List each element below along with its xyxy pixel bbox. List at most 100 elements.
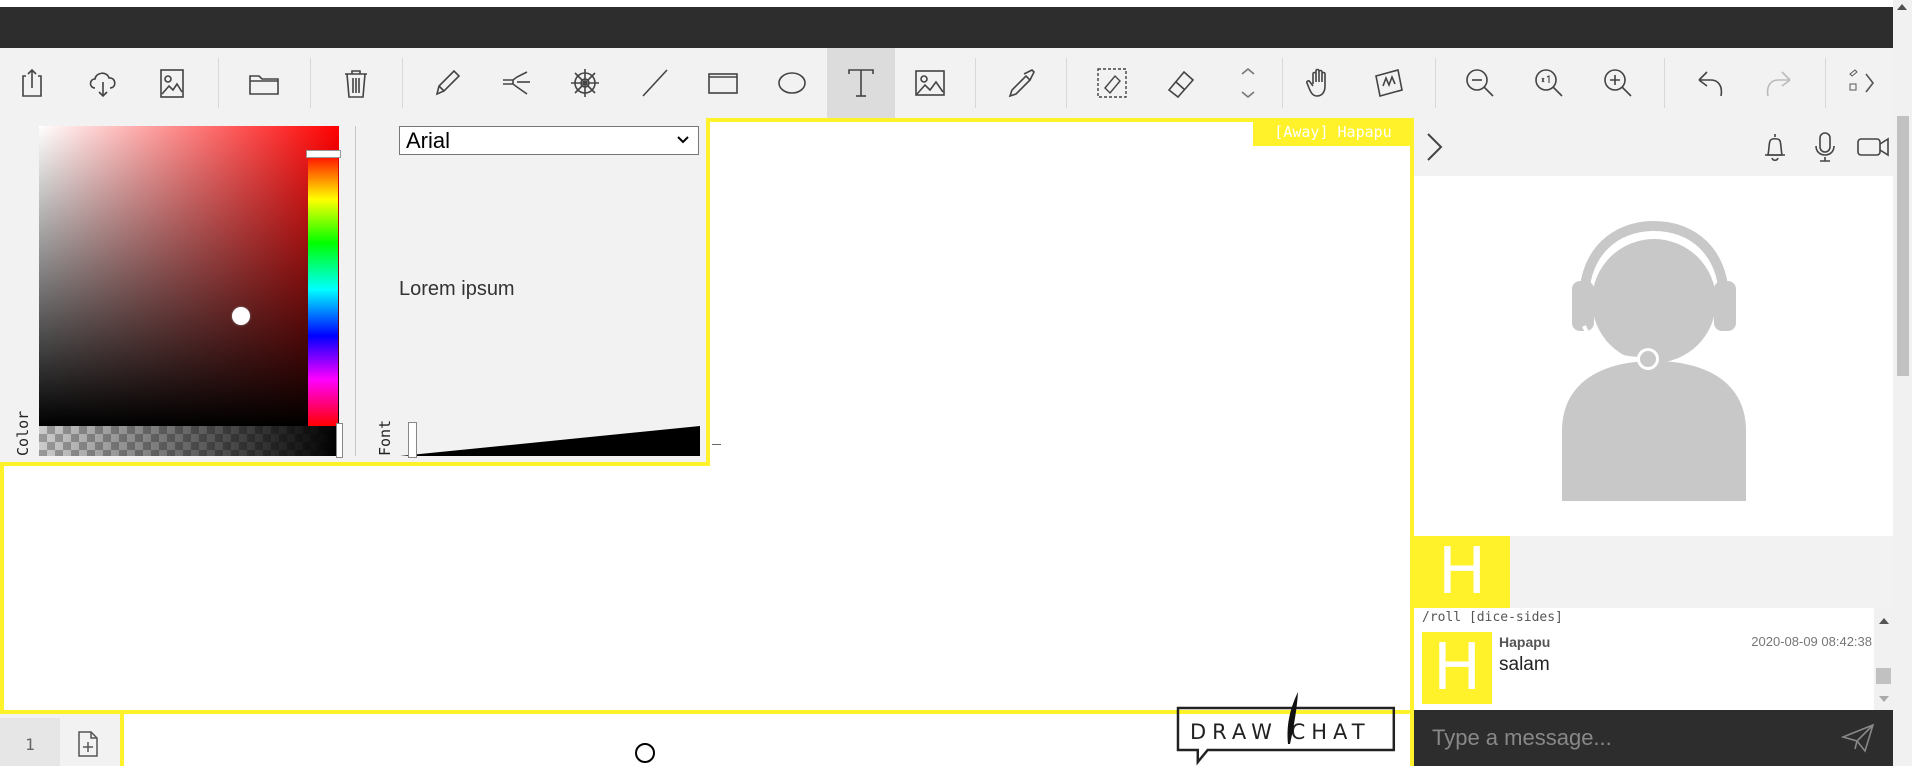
toolbar-separator bbox=[1435, 58, 1436, 108]
rectangle-icon bbox=[708, 73, 738, 94]
select-eraser-tool[interactable] bbox=[1078, 48, 1146, 118]
redo-button[interactable] bbox=[1745, 48, 1813, 118]
undo-button[interactable] bbox=[1676, 48, 1744, 118]
scroll-up-arrow[interactable] bbox=[1897, 4, 1907, 10]
cloud-upload-icon bbox=[89, 72, 116, 98]
zoom-in-icon bbox=[1604, 69, 1632, 97]
pan-tool[interactable] bbox=[1286, 48, 1354, 118]
chat-command-hint: /roll [dice-sides] bbox=[1422, 610, 1563, 625]
export-icon bbox=[22, 68, 42, 97]
zoom-reset-icon bbox=[1535, 69, 1563, 97]
image-tool[interactable] bbox=[896, 48, 964, 118]
brush-cursor bbox=[635, 743, 655, 763]
zoom-out-icon bbox=[1466, 69, 1494, 97]
smudge-icon bbox=[1375, 69, 1403, 97]
chat-scrollbar-thumb[interactable] bbox=[1876, 668, 1891, 684]
zoom-out-button[interactable] bbox=[1446, 48, 1514, 118]
page-navigator: 1 bbox=[0, 710, 124, 766]
image-icon bbox=[915, 70, 945, 96]
microphone-button[interactable] bbox=[1806, 128, 1844, 166]
notification-button[interactable] bbox=[1756, 128, 1794, 166]
line-icon bbox=[642, 69, 668, 97]
chat-log-scrollbar[interactable] bbox=[1874, 608, 1893, 710]
zoom-reset-button[interactable] bbox=[1515, 48, 1583, 118]
ellipse-tool[interactable] bbox=[758, 48, 826, 118]
drawchat-app: Color Font Arial Lorem ipsum [Away] Hapa… bbox=[0, 0, 1912, 766]
line-tool[interactable] bbox=[620, 48, 688, 118]
toolbar-separator bbox=[975, 58, 976, 108]
toolbar-separator bbox=[1066, 58, 1067, 108]
header-bar bbox=[0, 7, 1893, 48]
color-picker-cursor[interactable] bbox=[232, 307, 250, 325]
chat-scroll-up-arrow[interactable] bbox=[1879, 618, 1889, 624]
chevron-down-icon bbox=[677, 136, 689, 144]
toolbar-separator bbox=[1664, 58, 1665, 108]
drawing-canvas-lower[interactable] bbox=[0, 466, 1414, 714]
color-saturation-picker[interactable] bbox=[39, 126, 339, 426]
opacity-slider-handle[interactable] bbox=[336, 423, 343, 458]
toolbar-separator bbox=[218, 58, 219, 108]
pattern-tool[interactable] bbox=[551, 48, 619, 118]
select-eraser-icon bbox=[1097, 68, 1127, 98]
font-family-select[interactable]: Arial bbox=[399, 126, 699, 155]
zoom-in-button[interactable] bbox=[1584, 48, 1652, 118]
eraser-icon bbox=[1167, 70, 1195, 99]
undo-icon bbox=[1698, 71, 1723, 97]
chevron-right-icon bbox=[1427, 133, 1443, 161]
toolbar-separator bbox=[1282, 58, 1283, 108]
send-button[interactable] bbox=[1838, 720, 1878, 756]
video-camera-icon bbox=[1857, 137, 1889, 157]
page-scrollbar-thumb[interactable] bbox=[1897, 116, 1909, 376]
font-label: Font bbox=[376, 419, 394, 456]
hue-slider[interactable] bbox=[308, 153, 338, 426]
tool-options-panel: Color Font Arial Lorem ipsum bbox=[0, 118, 710, 466]
delete-button[interactable] bbox=[322, 48, 390, 118]
support-agent-avatar-icon bbox=[1561, 220, 1746, 501]
more-tools-button[interactable] bbox=[1832, 48, 1893, 118]
pencil-tool[interactable] bbox=[413, 48, 481, 118]
video-button[interactable] bbox=[1854, 128, 1892, 166]
message-compose-bar bbox=[1414, 710, 1893, 766]
user-status-tag: [Away] Hapapu bbox=[1253, 118, 1413, 146]
chat-panel-header bbox=[1414, 118, 1893, 176]
eraser-tool[interactable] bbox=[1147, 48, 1215, 118]
ellipse-icon bbox=[778, 72, 806, 94]
message-avatar: H bbox=[1422, 631, 1492, 705]
cloud-upload-button[interactable] bbox=[69, 48, 137, 118]
add-page-icon bbox=[78, 731, 98, 757]
open-folder-button[interactable] bbox=[230, 48, 298, 118]
panel-divider bbox=[355, 126, 356, 456]
trash-icon bbox=[345, 70, 367, 98]
save-image-button[interactable] bbox=[138, 48, 206, 118]
font-size-slider[interactable] bbox=[400, 426, 700, 456]
eyedropper-icon bbox=[1008, 69, 1035, 98]
text-tool[interactable] bbox=[827, 48, 895, 118]
brush-tool[interactable] bbox=[482, 48, 550, 118]
canvas-ruler-tick bbox=[712, 444, 721, 445]
chat-scroll-down-arrow[interactable] bbox=[1879, 696, 1889, 702]
export-button[interactable] bbox=[0, 48, 68, 118]
logo-text: DRAW CHAT bbox=[1190, 720, 1371, 744]
hue-slider-handle[interactable] bbox=[306, 150, 341, 158]
collapse-panel-button[interactable] bbox=[1416, 128, 1454, 166]
opacity-slider[interactable] bbox=[39, 426, 339, 456]
expand-collapse-button[interactable] bbox=[1215, 48, 1281, 118]
eyedropper-tool[interactable] bbox=[987, 48, 1055, 118]
online-user-avatar[interactable]: H bbox=[1414, 535, 1510, 609]
rectangle-tool[interactable] bbox=[689, 48, 757, 118]
add-page-button[interactable] bbox=[64, 724, 112, 764]
top-edge bbox=[0, 0, 1912, 7]
chevron-right-icon bbox=[1848, 69, 1874, 93]
toolbar bbox=[0, 48, 1893, 118]
smudge-tool[interactable] bbox=[1355, 48, 1423, 118]
toolbar-separator bbox=[402, 58, 403, 108]
microphone-icon bbox=[1815, 132, 1835, 162]
page-tab-1[interactable]: 1 bbox=[0, 718, 60, 766]
video-avatar-area bbox=[1414, 176, 1893, 536]
font-size-slider-handle[interactable] bbox=[408, 422, 417, 458]
redo-icon bbox=[1766, 71, 1791, 97]
page-scrollbar[interactable] bbox=[1893, 0, 1912, 766]
bell-icon bbox=[1765, 134, 1785, 162]
message-input[interactable] bbox=[1432, 720, 1822, 756]
message-author: Hapapu bbox=[1499, 634, 1551, 650]
